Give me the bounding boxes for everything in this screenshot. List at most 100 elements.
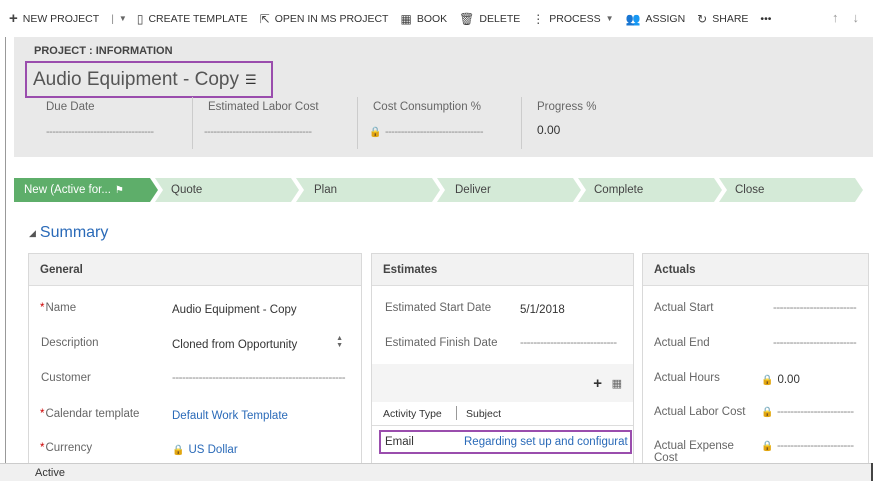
create-template-button[interactable]: ▯ CREATE TEMPLATE bbox=[137, 12, 248, 26]
field-actual-labor-cost[interactable]: Actual Labor Cost 🔒 ---------------------… bbox=[643, 406, 868, 430]
required-asterisk: * bbox=[40, 408, 45, 420]
arrow-up-icon[interactable]: ↑ bbox=[832, 10, 839, 25]
actual-expense-label: Actual Expense Cost bbox=[654, 440, 734, 464]
actual-expense-value: ----------------------- bbox=[776, 440, 854, 452]
column-activity-type[interactable]: Activity Type bbox=[383, 408, 442, 420]
scroll-stepper-icon[interactable]: ▲ ▼ bbox=[336, 335, 343, 349]
share-icon: ↻ bbox=[697, 11, 708, 26]
actual-labor-value: ----------------------- bbox=[776, 406, 854, 418]
business-process-flow: New (Active for... ⚑ Quote Plan Deliver C… bbox=[14, 178, 863, 202]
general-section: General *Name Audio Equipment - Copy Des… bbox=[28, 253, 362, 465]
currency-value-link[interactable]: 🔒 US Dollar bbox=[172, 444, 238, 456]
customer-value: ----------------------------------------… bbox=[172, 372, 346, 384]
new-project-label: NEW PROJECT bbox=[22, 12, 100, 25]
delete-button[interactable]: 🗑 DELETE bbox=[459, 12, 520, 26]
assign-button[interactable]: 👥 ASSIGN bbox=[626, 12, 686, 26]
column-subject[interactable]: Subject bbox=[466, 408, 501, 420]
left-frame-line bbox=[5, 37, 6, 463]
name-label: Name bbox=[45, 302, 77, 314]
divider bbox=[357, 97, 358, 149]
header-field-label: Cost Consumption % bbox=[373, 101, 482, 113]
separator: | bbox=[111, 12, 114, 25]
process-icon: ⋮ bbox=[532, 11, 545, 26]
header-field-value: ---------------------------------- bbox=[46, 126, 154, 138]
stage-label: Plan bbox=[314, 184, 338, 196]
stage-label: New (Active for... bbox=[24, 184, 111, 196]
field-currency[interactable]: *Currency 🔒 US Dollar bbox=[29, 442, 361, 464]
estimated-start-value: 5/1/2018 bbox=[520, 304, 565, 316]
form-selector-icon[interactable]: ☰ bbox=[245, 72, 257, 88]
field-actual-expense-cost[interactable]: Actual Expense Cost 🔒 -------------------… bbox=[643, 440, 868, 464]
open-ms-project-button[interactable]: ⇱ OPEN IN MS PROJECT bbox=[260, 12, 389, 26]
subgrid-column-headers: Activity Type Subject bbox=[372, 402, 633, 426]
arrow-down-icon[interactable]: ↓ bbox=[853, 10, 860, 25]
row-activity-type: Email bbox=[385, 436, 414, 448]
actual-hours-value: 0.00 bbox=[777, 374, 800, 386]
process-button[interactable]: ⋮ PROCESS ▼ bbox=[532, 12, 613, 26]
book-button[interactable]: ▦ BOOK bbox=[400, 12, 447, 26]
estimated-start-label: Estimated Start Date bbox=[385, 302, 492, 314]
grid-view-icon[interactable]: ▦ bbox=[612, 377, 622, 390]
add-record-icon[interactable]: + bbox=[593, 375, 602, 392]
open-ms-project-label: OPEN IN MS PROJECT bbox=[274, 12, 389, 25]
record-status: Active bbox=[35, 467, 65, 479]
share-button[interactable]: ↻ SHARE bbox=[697, 12, 748, 26]
chevron-down-icon: ▼ bbox=[605, 14, 614, 23]
field-actual-hours[interactable]: Actual Hours 🔒 0.00 bbox=[643, 372, 868, 396]
description-value: Cloned from Opportunity bbox=[172, 339, 298, 351]
field-actual-end[interactable]: Actual End ------------------------- bbox=[643, 337, 868, 361]
field-description[interactable]: Description Cloned from Opportunity ▲ ▼ bbox=[29, 335, 361, 361]
plus-icon: + bbox=[9, 10, 18, 27]
status-footer: Active bbox=[0, 463, 873, 481]
process-stage-deliver[interactable]: Deliver bbox=[437, 178, 581, 202]
section-title: Actuals bbox=[643, 254, 868, 286]
field-customer[interactable]: Customer -------------------------------… bbox=[29, 372, 361, 396]
lock-icon: 🔒 bbox=[172, 445, 185, 456]
process-stage-complete[interactable]: Complete bbox=[578, 178, 722, 202]
row-subject-link[interactable]: Regarding set up and configurat bbox=[464, 436, 628, 448]
actual-end-label: Actual End bbox=[654, 337, 710, 349]
open-icon: ⇱ bbox=[259, 11, 270, 26]
calendar-grid-icon: ▦ bbox=[400, 11, 412, 26]
field-name[interactable]: *Name Audio Equipment - Copy bbox=[29, 302, 361, 326]
subgrid-row[interactable]: Email Regarding set up and configurat bbox=[379, 430, 632, 454]
header-field-value: ------------------------------- bbox=[384, 126, 484, 138]
record-title-box[interactable]: Audio Equipment - Copy ☰ bbox=[25, 61, 273, 98]
header-field-value: ---------------------------------- bbox=[204, 126, 312, 138]
field-actual-start[interactable]: Actual Start ------------------------- bbox=[643, 302, 868, 326]
field-calendar-template[interactable]: *Calendar template Default Work Template bbox=[29, 408, 361, 432]
field-label: *Currency bbox=[40, 442, 92, 454]
trash-icon: 🗑 bbox=[459, 11, 475, 26]
actual-hours-locked-value: 🔒 0.00 bbox=[761, 374, 800, 386]
process-stage-plan[interactable]: Plan bbox=[296, 178, 440, 202]
process-stage-quote[interactable]: Quote bbox=[155, 178, 299, 202]
field-estimated-start-date[interactable]: Estimated Start Date 5/1/2018 bbox=[372, 302, 633, 326]
lock-icon: 🔒 bbox=[369, 127, 381, 138]
more-commands-button[interactable]: ••• bbox=[760, 13, 771, 25]
field-estimated-finish-date[interactable]: Estimated Finish Date ------------------… bbox=[372, 337, 633, 361]
command-bar: + NEW PROJECT | ▼ ▯ CREATE TEMPLATE ⇱ OP… bbox=[0, 0, 873, 37]
new-project-dropdown[interactable]: | ▼ bbox=[111, 13, 127, 25]
stage-label: Deliver bbox=[455, 184, 491, 196]
header-field-label: Due Date bbox=[46, 101, 95, 113]
lock-icon: 🔒 bbox=[761, 375, 774, 386]
entity-label: PROJECT : INFORMATION bbox=[34, 45, 173, 57]
actual-end-value: ------------------------- bbox=[773, 337, 857, 349]
estimated-finish-label: Estimated Finish Date bbox=[385, 337, 498, 349]
template-icon: ▯ bbox=[136, 11, 144, 26]
new-project-button[interactable]: + NEW PROJECT bbox=[9, 10, 99, 27]
description-label: Description bbox=[41, 337, 99, 349]
process-stage-new[interactable]: New (Active for... ⚑ bbox=[14, 178, 158, 202]
estimated-finish-value: ----------------------------- bbox=[520, 337, 617, 349]
summary-label: Summary bbox=[39, 224, 109, 241]
process-stage-close[interactable]: Close bbox=[719, 178, 863, 202]
calendar-value-link[interactable]: Default Work Template bbox=[172, 410, 288, 422]
more-label: ••• bbox=[760, 12, 772, 25]
stage-label: Close bbox=[735, 184, 765, 196]
form-header: PROJECT : INFORMATION Audio Equipment - … bbox=[14, 37, 873, 157]
summary-tab-toggle[interactable]: ◢ Summary bbox=[29, 224, 108, 242]
section-title: Estimates bbox=[372, 254, 633, 286]
calendar-label: Calendar template bbox=[45, 408, 140, 420]
stage-label: Complete bbox=[594, 184, 644, 196]
currency-label: Currency bbox=[45, 442, 93, 454]
